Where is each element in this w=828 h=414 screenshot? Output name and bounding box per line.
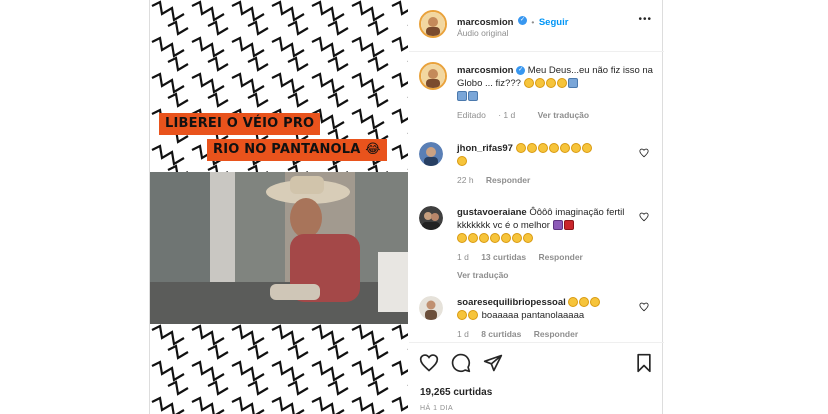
running-water-emoji-icon xyxy=(567,78,578,89)
comment-icon[interactable] xyxy=(451,353,471,373)
commenter-username[interactable]: gustavoeraiane xyxy=(457,207,527,218)
comment-meta: 22 h Responder xyxy=(457,174,643,187)
laughing-emoji-icon xyxy=(581,143,592,154)
commenter-avatar[interactable] xyxy=(419,206,443,230)
instagram-post: LIBEREI O VÉIO PRO RIO NO PANTANOLA 😂 ma… xyxy=(149,0,664,414)
verified-icon: ✓ xyxy=(517,16,527,26)
comment-body: gustavoeraiane Ôôôô imaginação fertil kk… xyxy=(457,206,643,282)
laughing-emoji-icon xyxy=(559,143,570,154)
like-heart-icon[interactable] xyxy=(419,353,439,373)
caption-username[interactable]: marcosmion xyxy=(457,65,514,76)
laughing-emoji-icon xyxy=(579,297,590,308)
comment-meta: 1 d 8 curtidas Responder xyxy=(457,328,643,341)
share-icon[interactable] xyxy=(483,353,503,373)
laughing-emoji-icon xyxy=(457,310,467,321)
comment-age: 1 d xyxy=(457,252,469,262)
caption-meta: Editado · 1 d Ver tradução xyxy=(457,109,657,122)
dizzy-face-emoji-icon xyxy=(468,233,478,244)
author-username[interactable]: marcosmion xyxy=(457,17,514,28)
laughing-emoji-icon xyxy=(590,297,601,308)
video-frame xyxy=(150,172,408,324)
caption-author-avatar[interactable] xyxy=(419,62,447,90)
heart-icon[interactable] xyxy=(639,148,649,158)
red-flower-emoji-icon xyxy=(563,220,574,231)
separator-dot: • xyxy=(531,17,535,27)
laughing-emoji-icon xyxy=(515,143,526,154)
post-sidebar: marcosmion ✓ • Seguir Áudio original •••… xyxy=(409,0,664,414)
video-caption-line-1: LIBEREI O VÉIO PRO xyxy=(159,113,321,135)
comment-likes[interactable]: 8 curtidas xyxy=(481,329,521,339)
laughing-emoji-icon xyxy=(545,78,556,89)
laughing-emoji-icon xyxy=(526,143,537,154)
comment-translate-row: Ver tradução xyxy=(457,269,643,282)
heart-icon[interactable] xyxy=(639,302,649,312)
video-caption-line-2: RIO NO PANTANOLA 😂 xyxy=(207,139,387,161)
reply-button[interactable]: Responder xyxy=(538,252,582,262)
dizzy-face-emoji-icon xyxy=(479,233,489,244)
comment-translate-link[interactable]: Ver tradução xyxy=(457,270,509,280)
like-count[interactable]: 19,265 curtidas xyxy=(420,387,492,398)
post-header: marcosmion ✓ • Seguir Áudio original ••• xyxy=(409,0,664,52)
comment-age: 1 d xyxy=(457,329,469,339)
verified-icon: ✓ xyxy=(516,65,526,75)
commenter-avatar[interactable] xyxy=(419,296,443,320)
laughing-emoji-icon xyxy=(548,143,559,154)
post-time[interactable]: HÁ 1 DIA xyxy=(420,405,453,412)
video-scene-image xyxy=(150,172,408,324)
running-water-emoji-icon xyxy=(457,91,467,102)
laughing-emoji-icon xyxy=(556,78,567,89)
dizzy-face-emoji-icon xyxy=(490,233,500,244)
caption-edited: Editado · 1 d xyxy=(457,110,516,120)
comment-body: jhon_rifas97 22 h Responder xyxy=(457,142,643,187)
follow-button[interactable]: Seguir xyxy=(539,17,569,28)
reply-button[interactable]: Responder xyxy=(534,329,578,339)
comment-age: 22 h xyxy=(457,175,474,185)
dizzy-face-emoji-icon xyxy=(523,233,533,244)
video-caption-overlay: LIBEREI O VÉIO PRO RIO NO PANTANOLA 😂 xyxy=(159,113,387,165)
laughing-emoji-icon xyxy=(534,78,545,89)
commenter-username[interactable]: jhon_rifas97 xyxy=(457,143,513,154)
author-avatar[interactable] xyxy=(419,10,447,38)
dizzy-face-emoji-icon xyxy=(457,233,467,244)
dizzy-face-emoji-icon xyxy=(512,233,522,244)
laughing-emoji-icon xyxy=(537,143,548,154)
commenter-username[interactable]: soaresequilibriopessoal xyxy=(457,297,566,308)
caption-translate-link[interactable]: Ver tradução xyxy=(538,110,590,120)
post-media[interactable]: LIBEREI O VÉIO PRO RIO NO PANTANOLA 😂 xyxy=(150,0,408,414)
laughing-emoji-icon xyxy=(568,297,579,308)
laughing-emoji-icon xyxy=(570,143,581,154)
running-water-emoji-icon xyxy=(468,91,478,102)
caption-body: marcosmion ✓ Meu Deus...eu não fiz isso … xyxy=(457,64,657,122)
commenter-avatar[interactable] xyxy=(419,142,443,166)
comment-likes[interactable]: 13 curtidas xyxy=(481,252,526,262)
comment-meta: 1 d 13 curtidas Responder xyxy=(457,251,643,264)
laughing-emoji-icon xyxy=(523,78,534,89)
more-options-icon[interactable]: ••• xyxy=(638,14,652,25)
reply-button[interactable]: Responder xyxy=(486,175,530,185)
laughing-emoji-icon xyxy=(457,156,467,167)
woman-emoji-icon xyxy=(552,220,563,231)
heart-icon[interactable] xyxy=(639,212,649,222)
post-actions: 19,265 curtidas HÁ 1 DIA xyxy=(409,342,664,414)
comment-body: soaresequilibriopessoal boaaaaa pantanol… xyxy=(457,296,643,341)
page: LIBEREI O VÉIO PRO RIO NO PANTANOLA 😂 ma… xyxy=(0,0,828,414)
laughing-emoji-icon xyxy=(468,310,478,321)
dizzy-face-emoji-icon xyxy=(501,233,511,244)
audio-label[interactable]: Áudio original xyxy=(457,28,509,38)
comment-text: boaaaaa pantanolaaaaa xyxy=(481,310,585,321)
bookmark-icon[interactable] xyxy=(634,353,654,373)
